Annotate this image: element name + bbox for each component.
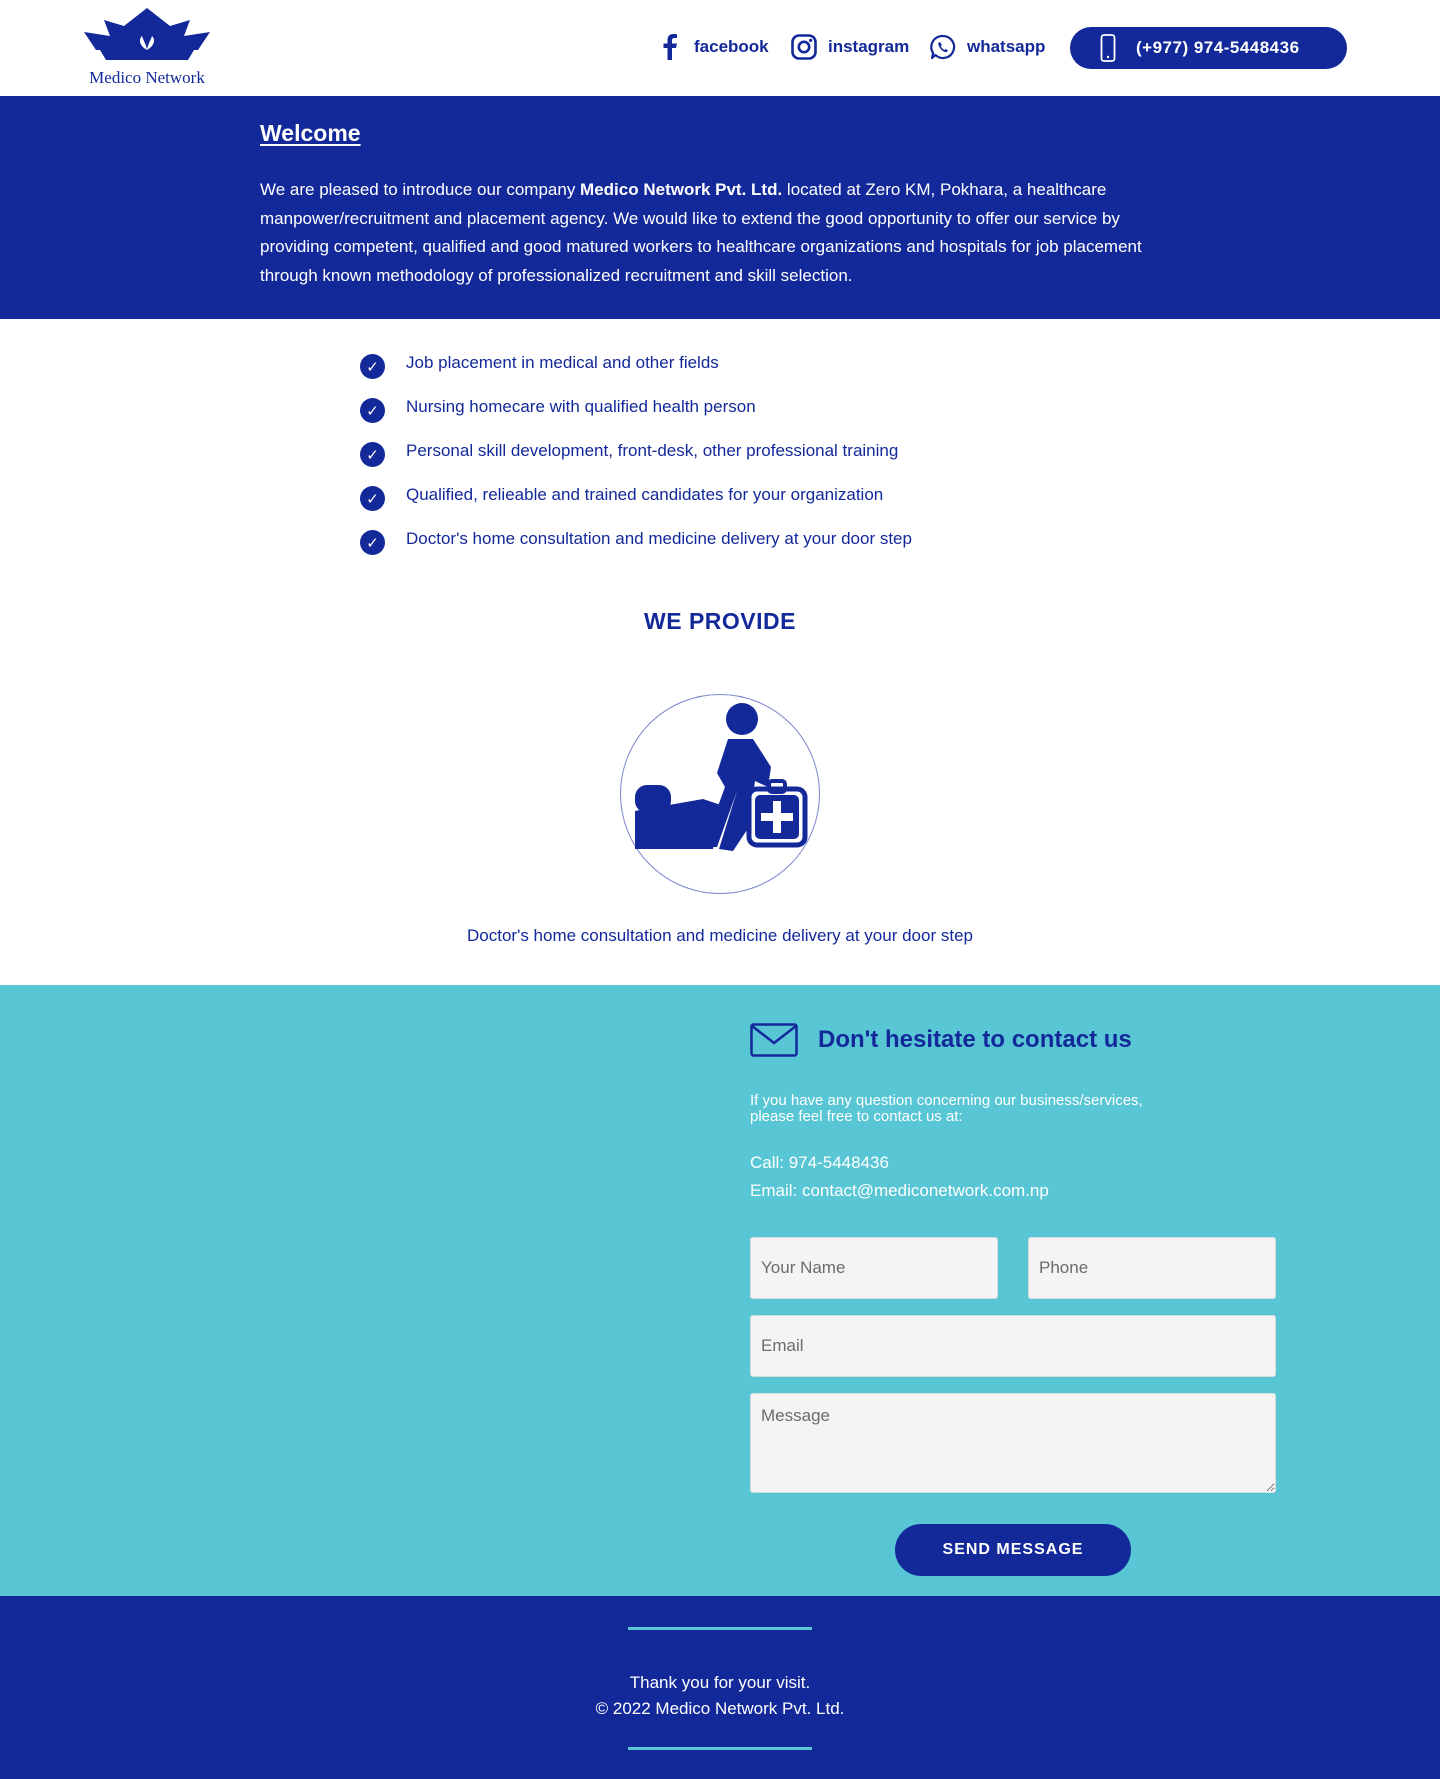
- feature-text: Job placement in medical and other field…: [406, 353, 719, 372]
- footer-thanks: Thank you for your visit.: [629, 1673, 811, 1692]
- instagram-link[interactable]: instagram: [790, 30, 909, 64]
- contact-intro-line: If you have any question concerning our …: [750, 1092, 1143, 1109]
- whatsapp-icon: [929, 33, 957, 61]
- check-icon: ✓: [360, 442, 385, 467]
- whatsapp-label: whatsapp: [967, 37, 1046, 56]
- list-item: ✓ Doctor's home consultation and medicin…: [360, 526, 1160, 570]
- facebook-icon: [656, 33, 684, 61]
- send-message-button[interactable]: SEND MESSAGE: [895, 1524, 1131, 1576]
- feature-text: Doctor's home consultation and medicine …: [406, 529, 912, 548]
- contact-section: Don't hesitate to contact us If you have…: [0, 985, 1440, 1596]
- check-icon: ✓: [360, 354, 385, 379]
- feature-text: Qualified, relieable and trained candida…: [406, 485, 884, 504]
- contact-call: Call: 974-5448436: [750, 1153, 889, 1172]
- phone-number-label: (+977) 974-5448436: [1136, 38, 1300, 57]
- instagram-icon: [790, 33, 818, 61]
- lotus-logo-icon: [84, 8, 210, 60]
- email-input[interactable]: [750, 1315, 1276, 1377]
- check-icon: ✓: [360, 486, 385, 511]
- logo-text: Medico Network: [89, 68, 205, 87]
- home-care-doctor-icon: [635, 703, 808, 851]
- phone-input[interactable]: [1028, 1237, 1276, 1299]
- footer-divider: [628, 1627, 812, 1630]
- provide-image: [620, 694, 820, 894]
- check-icon: ✓: [360, 398, 385, 423]
- facebook-link[interactable]: facebook: [656, 30, 769, 64]
- contact-intro-line: please feel free to contact us at:: [750, 1108, 963, 1125]
- provide-caption: Doctor's home consultation and medicine …: [467, 926, 973, 945]
- footer-divider: [628, 1747, 812, 1750]
- site-footer: Thank you for your visit. © 2022 Medico …: [0, 1596, 1440, 1779]
- footer-copyright: © 2022 Medico Network Pvt. Ltd.: [595, 1699, 845, 1718]
- logo[interactable]: Medico Network: [80, 6, 214, 90]
- contact-email[interactable]: Email: contact@mediconetwork.com.np: [750, 1181, 1049, 1201]
- welcome-title: Welcome: [260, 120, 361, 146]
- contact-title: Don't hesitate to contact us: [818, 1026, 1132, 1053]
- welcome-text-start: We are pleased to introduce our company: [260, 180, 581, 199]
- message-textarea[interactable]: [750, 1393, 1276, 1493]
- mobile-phone-icon: [1098, 34, 1118, 62]
- whatsapp-link[interactable]: whatsapp: [929, 30, 1045, 64]
- provide-heading: WE PROVIDE: [644, 608, 796, 634]
- list-item: ✓ Job placement in medical and other fie…: [360, 350, 1160, 394]
- list-item: ✓ Qualified, relieable and trained candi…: [360, 482, 1160, 526]
- site-header: Medico Network facebook instagram whatsa…: [0, 0, 1440, 96]
- company-name: Medico Network Pvt. Ltd.: [580, 180, 783, 199]
- envelope-icon: [750, 1023, 798, 1057]
- contact-header: Don't hesitate to contact us: [750, 1023, 1132, 1057]
- list-item: ✓ Nursing homecare with qualified health…: [360, 394, 1160, 438]
- phone-call-button[interactable]: (+977) 974-5448436: [1070, 27, 1347, 69]
- facebook-label: facebook: [694, 37, 769, 56]
- contact-intro: If you have any question concerning our …: [750, 1093, 1190, 1125]
- instagram-label: instagram: [828, 37, 910, 56]
- feature-list: ✓ Job placement in medical and other fie…: [360, 350, 1160, 570]
- name-input[interactable]: [750, 1237, 998, 1299]
- welcome-section: Welcome We are pleased to introduce our …: [0, 96, 1440, 319]
- welcome-text: We are pleased to introduce our company …: [260, 176, 1180, 290]
- check-icon: ✓: [360, 530, 385, 555]
- list-item: ✓ Personal skill development, front-desk…: [360, 438, 1160, 482]
- feature-text: Personal skill development, front-desk, …: [406, 441, 899, 460]
- feature-text: Nursing homecare with qualified health p…: [406, 397, 756, 416]
